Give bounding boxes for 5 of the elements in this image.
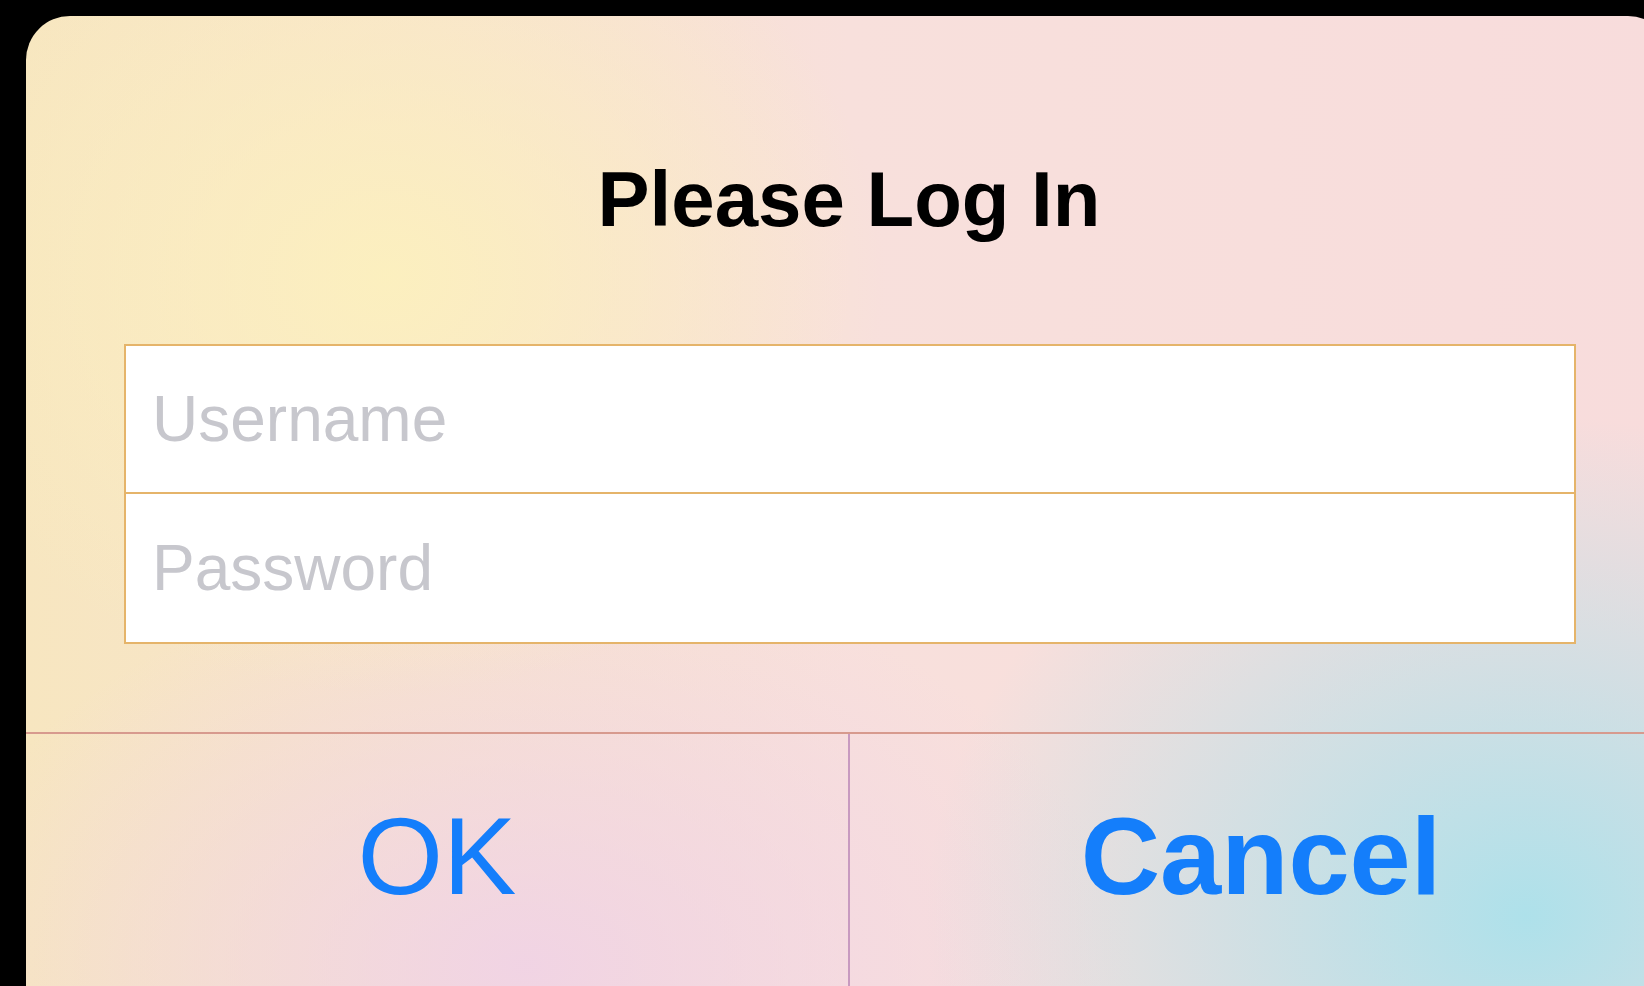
cancel-button[interactable]: Cancel — [848, 734, 1644, 986]
ok-button[interactable]: OK — [26, 734, 848, 986]
input-field[interactable]: Password — [124, 494, 1576, 644]
input-field[interactable]: Username — [124, 344, 1576, 494]
dialog-title: Please Log In — [596, 154, 1102, 245]
